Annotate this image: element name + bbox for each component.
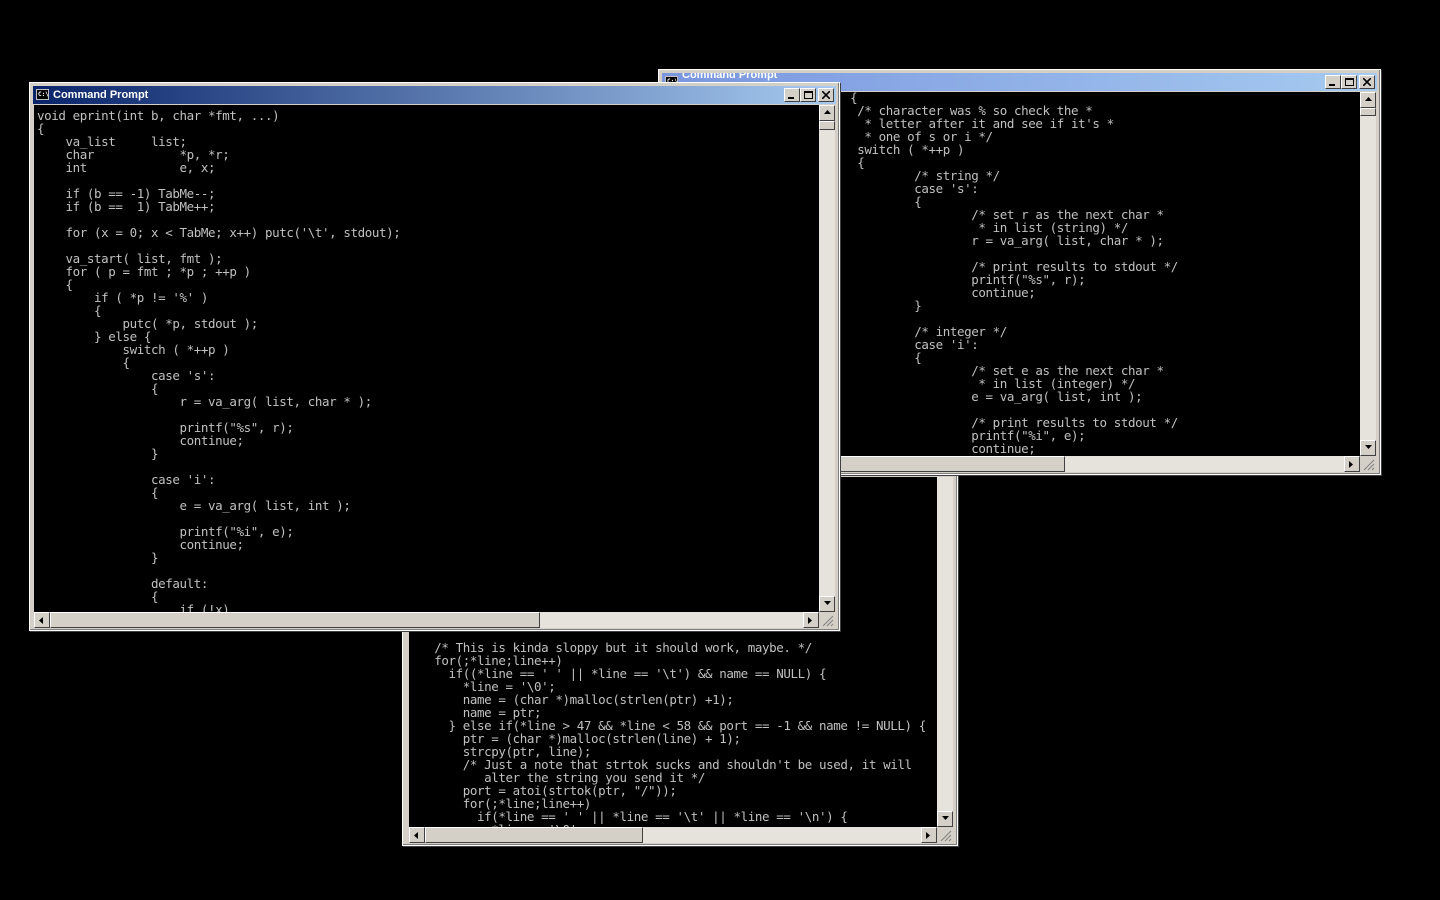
arrow-right-icon [808,617,812,624]
horizontal-scrollbar-left[interactable] [34,612,819,628]
close-button[interactable] [818,88,834,102]
arrow-up-icon [1365,97,1372,101]
title-bar-left[interactable]: C:\ Command Prompt [33,86,836,104]
vertical-scrollbar-bottom[interactable] [937,477,953,827]
arrow-down-icon [942,816,949,820]
arrow-left-icon [39,617,43,624]
scroll-thumb-horizontal[interactable] [425,827,643,843]
arrow-up-icon [824,110,831,114]
resize-grip-icon [822,615,834,627]
resize-grip-icon [940,830,952,842]
scroll-down-button[interactable] [1360,440,1376,456]
vertical-scrollbar-left[interactable] [819,105,835,612]
vertical-scrollbar-right[interactable] [1360,92,1376,456]
arrow-right-icon [1349,461,1353,468]
scroll-up-button[interactable] [819,105,835,121]
console-text-left: void eprint(int b, char *fmt, ...) { va_… [37,108,401,612]
maximize-icon [1345,78,1354,86]
scroll-down-button[interactable] [937,811,953,827]
horizontal-scrollbar-bottom[interactable] [409,827,937,843]
scroll-thumb-vertical[interactable] [1360,108,1376,116]
scroll-right-button[interactable] [1344,456,1360,472]
minimize-icon [1329,84,1335,86]
scroll-thumb-horizontal[interactable] [50,612,540,628]
console-text-right: { /* character was % so check the * * le… [850,92,1178,456]
console-app-icon: C:\ [36,89,49,100]
close-button[interactable] [1359,75,1375,89]
window-title: Command Prompt [53,89,149,101]
scroll-up-button[interactable] [1360,92,1376,108]
scroll-down-button[interactable] [819,596,835,612]
console-output-left[interactable]: void eprint(int b, char *fmt, ...) { va_… [34,105,819,612]
scroll-left-button[interactable] [34,612,50,628]
maximize-icon [804,91,813,99]
minimize-icon [788,97,794,99]
maximize-button[interactable] [1341,75,1357,89]
close-icon [822,91,830,99]
close-icon [1363,78,1371,86]
resize-grip[interactable] [937,827,953,843]
minimize-button[interactable] [1325,75,1341,89]
scroll-right-button[interactable] [803,612,819,628]
scroll-right-button[interactable] [921,827,937,843]
scroll-thumb-vertical[interactable] [819,121,835,130]
resize-grip[interactable] [819,612,835,628]
console-text-bottom: /* This is kinda sloppy but it should wo… [434,640,926,827]
resize-grip-icon [1363,459,1375,471]
minimize-button[interactable] [784,88,800,102]
scroll-left-button[interactable] [409,827,425,843]
arrow-down-icon [824,601,831,605]
scroll-thumb-horizontal[interactable] [839,456,1065,472]
maximize-button[interactable] [800,88,816,102]
arrow-down-icon [1365,445,1372,449]
console-window-left[interactable]: C:\ Command Prompt void eprint(int b, ch… [29,82,840,631]
resize-grip[interactable] [1360,456,1376,472]
arrow-left-icon [414,832,418,839]
arrow-right-icon [926,832,930,839]
